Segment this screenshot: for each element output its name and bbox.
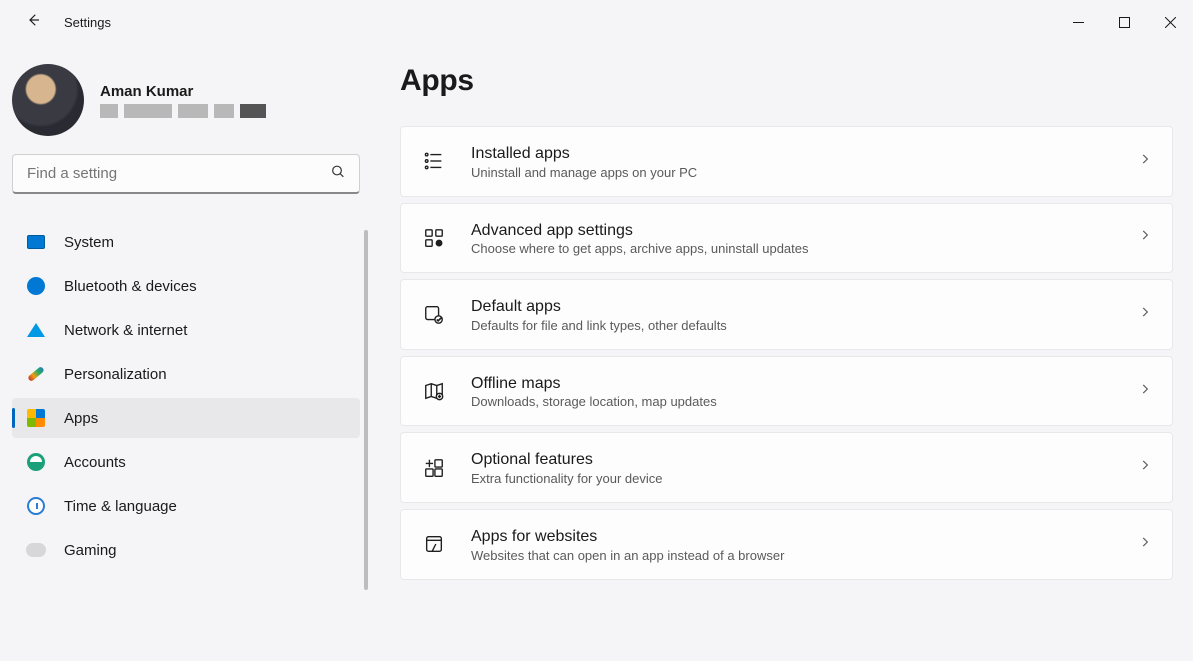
sidebar-item-label: System (64, 234, 114, 251)
sidebar-item-label: Network & internet (64, 322, 187, 339)
sidebar-item-accounts[interactable]: Accounts (12, 442, 360, 482)
clock-icon (26, 496, 46, 516)
close-button[interactable] (1147, 6, 1193, 38)
apps-icon (26, 408, 46, 428)
page-title: Apps (400, 64, 1173, 98)
sidebar-item-label: Time & language (64, 498, 177, 515)
card-title: Offline maps (471, 373, 1138, 395)
accounts-icon (26, 452, 46, 472)
scrollbar[interactable] (364, 230, 368, 590)
back-button[interactable] (20, 7, 46, 38)
search-icon[interactable] (330, 164, 346, 185)
default-apps-icon (421, 301, 447, 327)
card-title: Advanced app settings (471, 220, 1138, 242)
bluetooth-icon (26, 276, 46, 296)
card-offline-maps[interactable]: Offline maps Downloads, storage location… (400, 356, 1173, 427)
title-bar: Settings (0, 0, 1193, 44)
avatar (12, 64, 84, 136)
card-optional-features[interactable]: Optional features Extra functionality fo… (400, 432, 1173, 503)
maximize-icon (1119, 17, 1130, 28)
minimize-button[interactable] (1055, 6, 1101, 38)
card-title: Default apps (471, 296, 1138, 318)
chevron-right-icon (1138, 458, 1152, 477)
search-input[interactable] (12, 154, 360, 194)
card-apps-for-websites[interactable]: Apps for websites Websites that can open… (400, 509, 1173, 580)
sidebar-item-network[interactable]: Network & internet (12, 310, 360, 350)
chevron-right-icon (1138, 152, 1152, 171)
card-subtitle: Defaults for file and link types, other … (471, 318, 1138, 333)
gamepad-icon (26, 540, 46, 560)
wifi-icon (26, 320, 46, 340)
search-box (12, 154, 360, 194)
map-icon (421, 378, 447, 404)
card-installed-apps[interactable]: Installed apps Uninstall and manage apps… (400, 126, 1173, 197)
arrow-left-icon (24, 11, 42, 29)
brush-icon (26, 364, 46, 384)
sidebar-item-gaming[interactable]: Gaming (12, 530, 360, 570)
advanced-settings-icon (421, 225, 447, 251)
chevron-right-icon (1138, 535, 1152, 554)
profile-block[interactable]: Aman Kumar (12, 56, 370, 154)
sidebar-item-personalization[interactable]: Personalization (12, 354, 360, 394)
card-subtitle: Uninstall and manage apps on your PC (471, 165, 1138, 180)
card-subtitle: Extra functionality for your device (471, 471, 1138, 486)
chevron-right-icon (1138, 305, 1152, 324)
profile-name: Aman Kumar (100, 83, 266, 100)
sidebar-item-label: Personalization (64, 366, 167, 383)
sidebar-item-label: Gaming (64, 542, 117, 559)
sidebar-item-label: Accounts (64, 454, 126, 471)
main-content: Apps Installed apps Uninstall and manage… (370, 44, 1193, 661)
sidebar-item-time-language[interactable]: Time & language (12, 486, 360, 526)
card-subtitle: Websites that can open in an app instead… (471, 548, 1138, 563)
sidebar-item-system[interactable]: System (12, 222, 360, 262)
maximize-button[interactable] (1101, 6, 1147, 38)
window-title: Settings (64, 15, 111, 30)
chevron-right-icon (1138, 228, 1152, 247)
sidebar-item-label: Bluetooth & devices (64, 278, 197, 295)
nav: System Bluetooth & devices Network & int… (12, 222, 370, 570)
card-advanced-app-settings[interactable]: Advanced app settings Choose where to ge… (400, 203, 1173, 274)
card-title: Apps for websites (471, 526, 1138, 548)
profile-email-redacted (100, 104, 266, 118)
card-default-apps[interactable]: Default apps Defaults for file and link … (400, 279, 1173, 350)
sidebar-item-bluetooth[interactable]: Bluetooth & devices (12, 266, 360, 306)
card-title: Installed apps (471, 143, 1138, 165)
system-icon (26, 232, 46, 252)
card-subtitle: Choose where to get apps, archive apps, … (471, 241, 1138, 256)
optional-features-icon (421, 455, 447, 481)
installed-apps-icon (421, 148, 447, 174)
sidebar-item-label: Apps (64, 410, 98, 427)
card-subtitle: Downloads, storage location, map updates (471, 394, 1138, 409)
chevron-right-icon (1138, 382, 1152, 401)
minimize-icon (1073, 17, 1084, 28)
card-title: Optional features (471, 449, 1138, 471)
window-controls (1055, 6, 1193, 38)
sidebar-item-apps[interactable]: Apps (12, 398, 360, 438)
apps-for-websites-icon (421, 531, 447, 557)
close-icon (1165, 17, 1176, 28)
sidebar: Aman Kumar System Bluetooth & devices (0, 44, 370, 661)
